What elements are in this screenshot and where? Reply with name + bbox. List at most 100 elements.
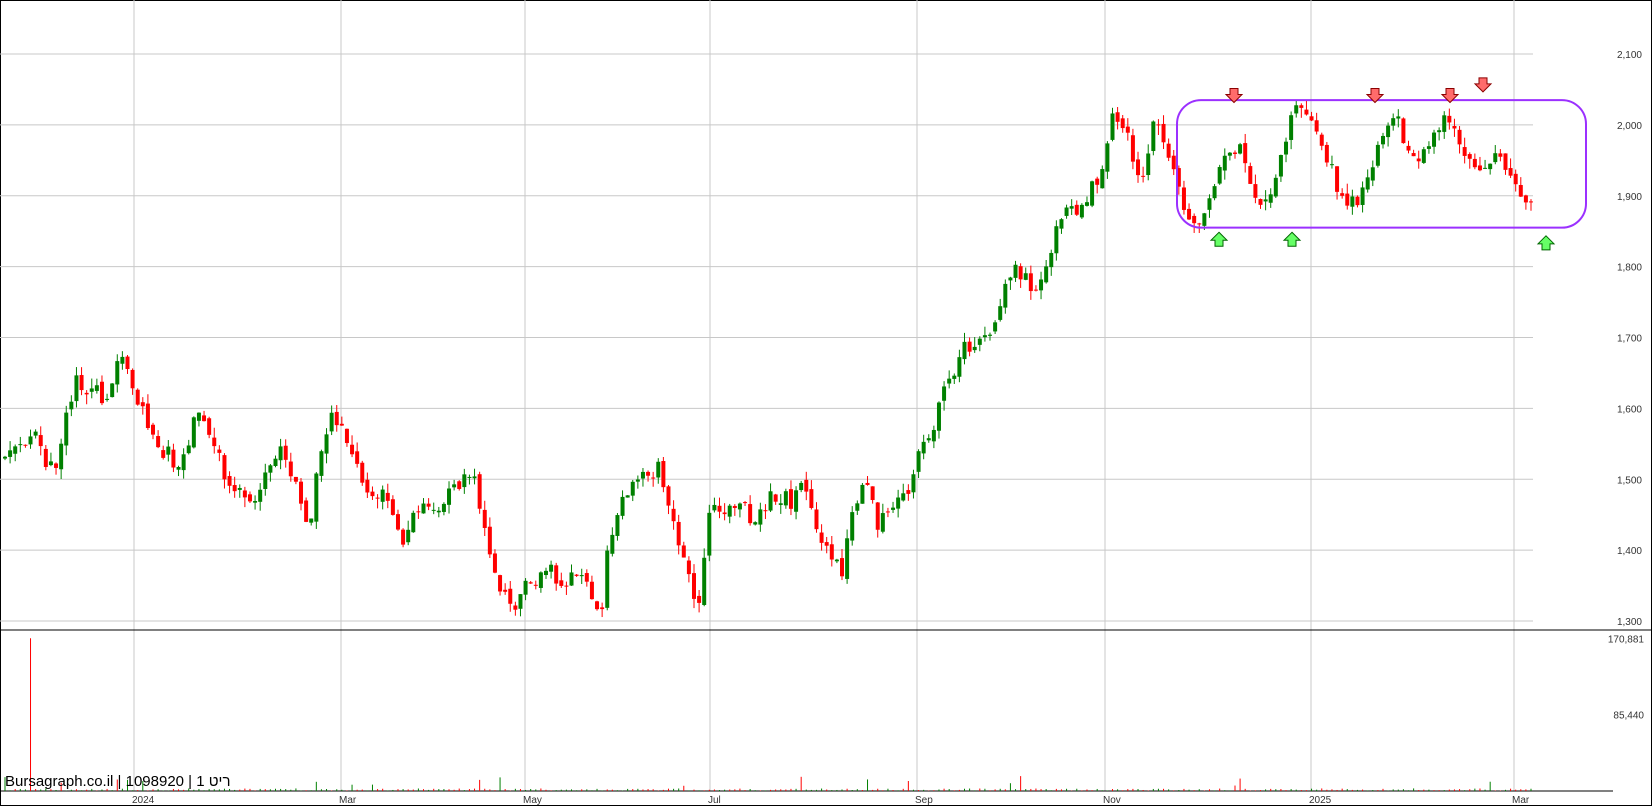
price-tick-label: 1,300: [1617, 617, 1642, 628]
candle-body: [1049, 252, 1054, 268]
candle-body: [1462, 147, 1467, 156]
candle-body: [283, 445, 288, 460]
candle-body: [145, 403, 150, 429]
candle-body: [1493, 153, 1498, 163]
candle-body: [334, 411, 339, 426]
candle-body: [1421, 149, 1426, 163]
candle-body: [212, 437, 217, 447]
candle-body: [1278, 155, 1283, 177]
candle-body: [38, 435, 43, 447]
candle-body: [921, 441, 926, 454]
candle-body: [824, 542, 829, 546]
candle-body: [94, 385, 99, 391]
candle-body: [875, 502, 880, 530]
candle-body: [1161, 123, 1166, 143]
candle-body: [161, 450, 166, 458]
candle-body: [610, 534, 615, 554]
candle-body: [916, 451, 921, 472]
candle-body: [829, 544, 834, 560]
candle-body: [840, 558, 845, 577]
candle-body: [462, 474, 467, 488]
candle-body: [646, 471, 651, 476]
time-tick-label: Jul: [708, 795, 721, 806]
candle-body: [8, 450, 13, 457]
candle-body: [1426, 146, 1431, 149]
candle-body: [1064, 207, 1069, 216]
candle-body: [1248, 166, 1253, 184]
candle-body: [1238, 144, 1243, 154]
candle-body: [1008, 277, 1013, 281]
candle-body: [1340, 193, 1345, 196]
candle-body: [1508, 168, 1513, 176]
candle-body: [472, 476, 477, 479]
candle-body: [788, 489, 793, 509]
candle-body: [273, 458, 278, 467]
candle-body: [1386, 125, 1391, 138]
candle-body: [1432, 132, 1437, 147]
price-tick-label: 2,100: [1617, 50, 1642, 61]
candle-body: [630, 481, 635, 496]
candle-body: [901, 493, 906, 501]
candle-body: [865, 482, 870, 485]
candle-body: [666, 486, 671, 506]
candle-body: [299, 481, 304, 504]
price-tick-label: 2,000: [1617, 121, 1642, 132]
candle-body: [375, 497, 380, 499]
candle-body: [467, 476, 472, 478]
candle-body: [891, 507, 896, 510]
candle-body: [656, 461, 661, 478]
candle-body: [640, 471, 645, 479]
candle-body: [589, 581, 594, 600]
candle-body: [1044, 266, 1049, 283]
candle-body: [518, 594, 523, 609]
candle-body: [1396, 116, 1401, 119]
candle-body: [1401, 118, 1406, 144]
candle-body: [1416, 158, 1421, 162]
candle-body: [498, 575, 503, 592]
time-tick-label: Nov: [1103, 795, 1121, 806]
candle-body: [850, 512, 855, 541]
candle-body: [166, 446, 171, 455]
candle-body: [860, 484, 865, 504]
candle-body: [957, 357, 962, 377]
candle-body: [1284, 141, 1289, 155]
candle-body: [125, 356, 130, 370]
candle-body: [834, 559, 839, 562]
candle-body: [549, 564, 554, 572]
candle-body: [492, 553, 497, 573]
candle-body: [350, 444, 355, 455]
candle-body: [1033, 289, 1038, 291]
candle-body: [1120, 118, 1125, 129]
candle-body: [48, 461, 53, 466]
candle-body: [1314, 120, 1319, 132]
candle-body: [763, 510, 768, 512]
candle-body: [263, 472, 268, 489]
candle-body: [503, 589, 508, 592]
candle-body: [1411, 153, 1416, 157]
price-volume-chart: 1,300 1,400 1,500 1,600 1,700 1,800 1,900 2,000…: [0, 0, 1652, 806]
candle-body: [758, 509, 763, 525]
candle-body: [936, 402, 941, 431]
candle-body: [681, 545, 686, 558]
candle-body: [1018, 266, 1023, 280]
candle-body: [1467, 154, 1472, 159]
candle-body: [1125, 126, 1130, 133]
candle-body: [1437, 130, 1442, 133]
candle-body: [1141, 175, 1146, 177]
candle-body: [110, 383, 115, 398]
candle-body: [988, 334, 993, 336]
candle-body: [1483, 167, 1488, 169]
candle-body: [1258, 199, 1263, 205]
candle-body: [344, 428, 349, 444]
candle-body: [1324, 144, 1329, 163]
candle-body: [406, 529, 411, 543]
candle-body: [54, 463, 59, 468]
candle-body: [365, 479, 370, 493]
candle-body: [508, 588, 513, 604]
price-tick-label: 1,400: [1617, 546, 1642, 557]
candle-body: [202, 415, 207, 422]
candle-body: [1472, 158, 1477, 168]
candle-body: [1003, 283, 1008, 308]
candle-body: [411, 512, 416, 533]
candle-body: [477, 474, 482, 509]
